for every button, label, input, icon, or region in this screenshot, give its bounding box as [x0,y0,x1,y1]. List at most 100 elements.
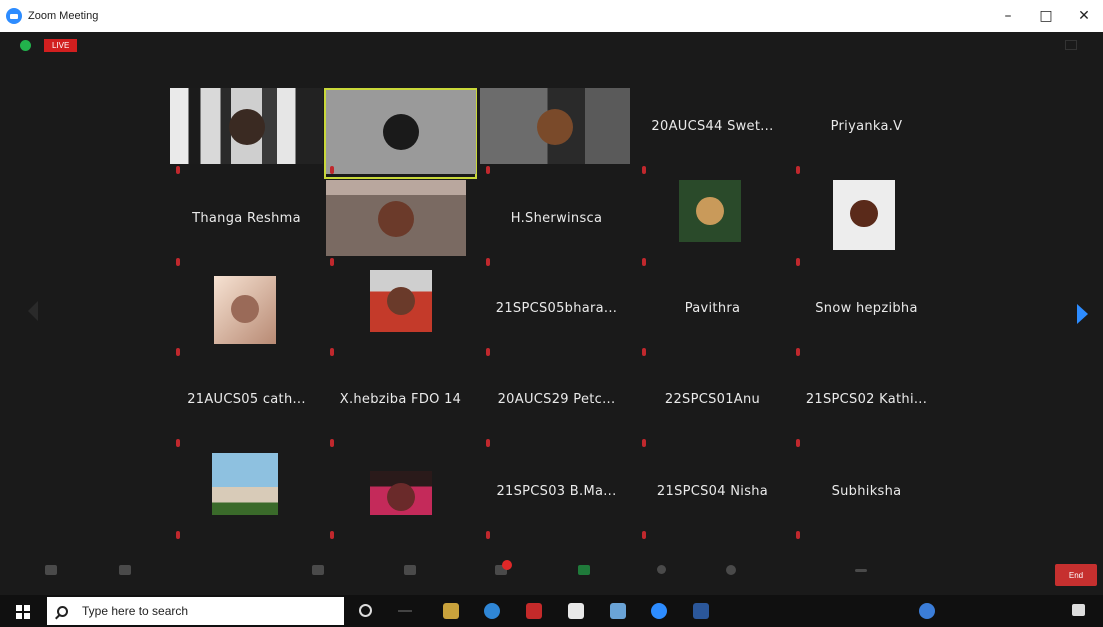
close-button[interactable]: ✕ [1065,0,1103,32]
edge-icon[interactable] [484,603,500,619]
participant-silhouette [537,109,573,146]
microphone-icon [45,565,57,575]
participants-button[interactable] [389,557,431,595]
participant-tile[interactable] [170,88,323,179]
word-icon[interactable] [693,603,709,619]
muted-microphone-icon [642,166,646,174]
muted-microphone-icon [796,258,800,266]
shield-icon[interactable] [20,40,31,51]
participant-video [480,88,630,164]
search-placeholder: Type here to search [82,604,189,618]
zoom-app-window: Zoom Meeting – □ ✕ LIVE 20AUCS44 Swet...… [0,0,1103,627]
end-meeting-button[interactable]: End [1055,564,1097,586]
weather-icon[interactable] [919,603,935,619]
chat-button[interactable] [480,557,522,595]
participant-tile[interactable]: 21SPCS02 Kathi... [790,361,943,452]
participant-silhouette [696,197,724,226]
live-badge[interactable]: LIVE [44,39,78,52]
record-button[interactable] [640,557,682,595]
participant-tile[interactable]: 21SPCS05bhara... [480,270,633,361]
meeting-area: LIVE 20AUCS44 Swet... Priyanka.V Thanga Re… [0,32,1103,557]
participant-tile[interactable]: 20AUCS29 Petc... [480,361,633,452]
title-bar: Zoom Meeting – □ ✕ [0,0,1103,32]
gallery-view-icon[interactable] [1065,40,1077,50]
more-button[interactable] [840,557,882,595]
participant-label [330,164,340,176]
chevron-right-icon[interactable] [1077,304,1088,324]
participant-tile[interactable] [324,180,477,271]
participant-tile[interactable]: 21SPCS04 Nisha [636,453,789,544]
participant-tile[interactable]: Priyanka.V [790,88,943,179]
meeting-toolbar: End [0,557,1103,595]
muted-microphone-icon [486,439,490,447]
maximize-button[interactable]: □ [1027,0,1065,32]
previous-page-icon[interactable] [28,301,38,321]
muted-microphone-icon [796,531,800,539]
participant-tile[interactable]: Thanga Reshma [170,180,323,271]
participant-video [326,180,466,256]
muted-microphone-icon [330,531,334,539]
participant-name: Pavithra [684,300,741,316]
participant-tile[interactable] [170,453,323,544]
security-button[interactable] [297,557,339,595]
participant-label [330,256,340,268]
muted-microphone-icon [642,258,646,266]
participant-tile[interactable]: Snow hepzibha [790,270,943,361]
participant-label [796,346,806,358]
muted-microphone-icon [486,166,490,174]
acrobat-icon[interactable] [526,603,542,619]
zoom-taskbar-icon[interactable] [651,603,667,619]
participant-tile[interactable]: 22SPCS01Anu [636,361,789,452]
windows-start-icon[interactable] [16,605,30,619]
participant-tile[interactable]: 21AUCS05 cath... [170,361,323,452]
participant-tile[interactable] [480,88,633,179]
participant-tile[interactable]: 20AUCS44 Swet... [636,88,789,179]
store-icon[interactable] [568,603,584,619]
participant-tile[interactable] [324,88,477,179]
participant-tile[interactable] [324,270,477,361]
share-screen-button[interactable] [563,557,605,595]
reactions-button[interactable] [710,557,752,595]
record-icon [656,565,666,574]
cortana-icon[interactable] [359,604,372,617]
participant-name: 21SPCS04 Nisha [656,483,769,499]
participant-tile[interactable]: Subhiksha [790,453,943,544]
mute-button[interactable] [30,557,72,595]
muted-microphone-icon [642,348,646,356]
zoom-logo-icon [6,8,22,24]
file-explorer-icon[interactable] [443,603,459,619]
taskbar-search-box[interactable]: Type here to search [47,597,344,625]
task-view-icon[interactable] [398,610,412,612]
muted-microphone-icon [486,258,490,266]
participant-label [642,164,652,176]
minimize-button[interactable]: – [989,0,1027,32]
participant-tile[interactable] [324,453,477,544]
muted-microphone-icon [330,348,334,356]
participant-tile[interactable]: H.Sherwinsca [480,180,633,271]
security-icon [312,565,324,575]
participant-tile[interactable]: 21SPCS03 B.Ma... [480,453,633,544]
muted-microphone-icon [330,166,334,174]
participant-label [642,437,652,449]
video-button[interactable] [104,557,146,595]
participant-label [796,529,806,541]
participant-silhouette [378,201,414,238]
participant-tile[interactable]: Pavithra [636,270,789,361]
participant-label [176,164,186,176]
participant-tile[interactable]: X.hebziba FDO 14 [324,361,477,452]
participant-video [679,180,741,242]
participant-silhouette [228,109,265,146]
participant-tile[interactable] [636,180,789,271]
participant-tile[interactable] [170,270,323,361]
participant-label [486,437,496,449]
meeting-top-strip: LIVE [0,32,1103,60]
participant-silhouette [850,199,878,228]
search-icon [57,605,68,617]
muted-microphone-icon [796,439,800,447]
notepad-icon[interactable] [610,603,626,619]
participant-silhouette [387,483,415,512]
participant-video [214,276,276,344]
participant-tile[interactable] [790,180,943,271]
notifications-icon[interactable] [1072,604,1085,616]
participant-name: 20AUCS29 Petc... [497,391,616,407]
